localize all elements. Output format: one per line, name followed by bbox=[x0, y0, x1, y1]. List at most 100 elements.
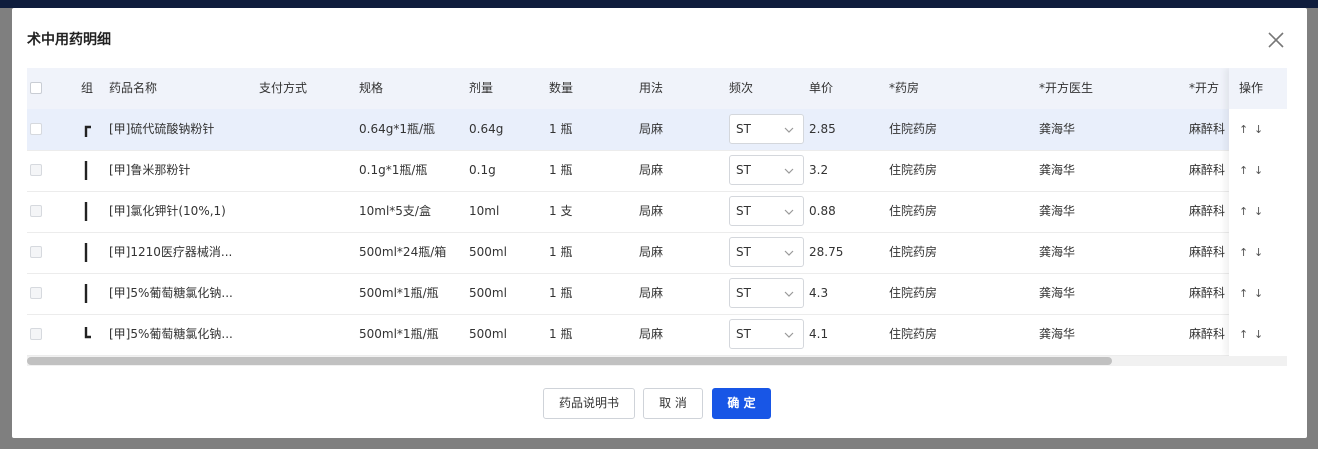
col-header-ops: 操作 bbox=[1229, 68, 1287, 109]
move-down-button[interactable]: ↓ bbox=[1254, 109, 1263, 150]
drug-name: [甲]氯化钾针(10%,1) bbox=[109, 204, 226, 218]
drug-name: [甲]鲁米那粉针 bbox=[109, 163, 191, 177]
drug-usage: 局麻 bbox=[639, 286, 664, 300]
select-all-checkbox[interactable] bbox=[30, 82, 42, 94]
pharmacy: 住院药房 bbox=[889, 163, 938, 177]
drug-qty: 1 瓶 bbox=[549, 286, 573, 300]
frequency-select[interactable]: ST bbox=[729, 196, 804, 226]
move-up-button[interactable]: ↑ bbox=[1239, 273, 1248, 314]
drug-usage: 局麻 bbox=[639, 327, 664, 341]
move-down-button[interactable]: ↓ bbox=[1254, 150, 1263, 191]
table-header: 组 药品名称 支付方式 规格 剂量 数量 用法 频次 单价 *药房 *开方医生 … bbox=[27, 68, 1287, 110]
table-row[interactable]: [甲]鲁米那粉针 0.1g*1瓶/瓶 0.1g 1 瓶 局麻 ST 3.2 住院… bbox=[27, 150, 1287, 192]
drug-qty: 1 瓶 bbox=[549, 163, 573, 177]
row-checkbox[interactable] bbox=[30, 123, 42, 135]
drug-qty: 1 瓶 bbox=[549, 122, 573, 136]
prescribing-doctor: 龚海华 bbox=[1039, 122, 1076, 136]
drug-usage: 局麻 bbox=[639, 245, 664, 259]
row-checkbox[interactable] bbox=[30, 246, 42, 258]
group-middle-icon bbox=[84, 284, 88, 303]
col-header-doctor: *开方医生 bbox=[1039, 81, 1094, 95]
row-checkbox[interactable] bbox=[30, 164, 42, 176]
move-up-button[interactable]: ↑ bbox=[1239, 109, 1248, 150]
pharmacy: 住院药房 bbox=[889, 204, 938, 218]
move-up-button[interactable]: ↑ bbox=[1239, 232, 1248, 273]
table-row[interactable]: [甲]硫代硫酸钠粉针 0.64g*1瓶/瓶 0.64g 1 瓶 局麻 ST 2.… bbox=[27, 109, 1287, 151]
unit-price: 0.88 bbox=[809, 204, 836, 218]
prescribing-doctor: 龚海华 bbox=[1039, 204, 1076, 218]
move-down-button[interactable]: ↓ bbox=[1254, 232, 1263, 273]
frequency-select[interactable]: ST bbox=[729, 114, 804, 144]
col-header-spec: 规格 bbox=[359, 81, 384, 95]
chevron-down-icon bbox=[784, 127, 794, 133]
drug-spec: 0.1g*1瓶/瓶 bbox=[359, 163, 428, 177]
prescribing-doctor: 龚海华 bbox=[1039, 163, 1076, 177]
drug-manual-button[interactable]: 药品说明书 bbox=[543, 388, 635, 419]
horizontal-scrollbar-thumb[interactable] bbox=[27, 357, 1112, 365]
frequency-value: ST bbox=[736, 163, 751, 177]
drug-qty: 1 支 bbox=[549, 204, 573, 218]
prescribing-dept: 麻醉科 bbox=[1189, 163, 1226, 177]
chevron-down-icon bbox=[784, 291, 794, 297]
drug-name: [甲]5%葡萄糖氯化钠... bbox=[109, 327, 233, 341]
move-down-button[interactable]: ↓ bbox=[1254, 273, 1263, 314]
chevron-down-icon bbox=[784, 250, 794, 256]
chevron-down-icon bbox=[784, 332, 794, 338]
frequency-select[interactable]: ST bbox=[729, 278, 804, 308]
col-header-dose: 剂量 bbox=[469, 81, 494, 95]
pharmacy: 住院药房 bbox=[889, 245, 938, 259]
drug-spec: 0.64g*1瓶/瓶 bbox=[359, 122, 436, 136]
group-middle-icon bbox=[84, 243, 88, 262]
prescribing-dept: 麻醉科 bbox=[1189, 245, 1226, 259]
drug-spec: 500ml*1瓶/瓶 bbox=[359, 286, 439, 300]
group-end-icon bbox=[84, 327, 91, 339]
move-down-button[interactable]: ↓ bbox=[1254, 314, 1263, 355]
col-header-freq: 频次 bbox=[729, 81, 754, 95]
frequency-select[interactable]: ST bbox=[729, 237, 804, 267]
frequency-select[interactable]: ST bbox=[729, 319, 804, 349]
app-top-bar bbox=[0, 0, 1318, 8]
drug-qty: 1 瓶 bbox=[549, 245, 573, 259]
table-row[interactable]: [甲]氯化钾针(10%,1) 10ml*5支/盒 10ml 1 支 局麻 ST … bbox=[27, 191, 1287, 233]
col-header-price: 单价 bbox=[809, 81, 834, 95]
move-up-button[interactable]: ↑ bbox=[1239, 191, 1248, 232]
frequency-value: ST bbox=[736, 245, 751, 259]
unit-price: 4.3 bbox=[809, 286, 829, 300]
close-button[interactable] bbox=[1266, 30, 1286, 50]
prescribing-dept: 麻醉科 bbox=[1189, 204, 1226, 218]
drug-name: [甲]硫代硫酸钠粉针 bbox=[109, 122, 215, 136]
move-up-button[interactable]: ↑ bbox=[1239, 314, 1248, 355]
drug-dose: 500ml bbox=[469, 286, 507, 300]
table-row[interactable]: [甲]5%葡萄糖氯化钠... 500ml*1瓶/瓶 500ml 1 瓶 局麻 S… bbox=[27, 314, 1287, 356]
pharmacy: 住院药房 bbox=[889, 122, 938, 136]
drug-dose: 0.1g bbox=[469, 163, 496, 177]
unit-price: 2.85 bbox=[809, 122, 836, 136]
drug-spec: 10ml*5支/盒 bbox=[359, 204, 431, 218]
frequency-select[interactable]: ST bbox=[729, 155, 804, 185]
frequency-value: ST bbox=[736, 286, 751, 300]
col-header-group: 组 bbox=[81, 81, 94, 95]
col-header-dept: *开方 bbox=[1189, 81, 1220, 95]
row-checkbox[interactable] bbox=[30, 205, 42, 217]
prescribing-doctor: 龚海华 bbox=[1039, 245, 1076, 259]
drug-dose: 10ml bbox=[469, 204, 500, 218]
row-checkbox[interactable] bbox=[30, 328, 42, 340]
drug-usage: 局麻 bbox=[639, 122, 664, 136]
confirm-button[interactable]: 确 定 bbox=[712, 388, 771, 419]
frequency-value: ST bbox=[736, 122, 751, 136]
drug-usage: 局麻 bbox=[639, 163, 664, 177]
prescribing-dept: 麻醉科 bbox=[1189, 286, 1226, 300]
table-row[interactable]: [甲]1210医疗器械消... 500ml*24瓶/箱 500ml 1 瓶 局麻… bbox=[27, 232, 1287, 274]
unit-price: 4.1 bbox=[809, 327, 829, 341]
pharmacy: 住院药房 bbox=[889, 286, 938, 300]
row-checkbox[interactable] bbox=[30, 287, 42, 299]
table-row[interactable]: [甲]5%葡萄糖氯化钠... 500ml*1瓶/瓶 500ml 1 瓶 局麻 S… bbox=[27, 273, 1287, 315]
prescribing-dept: 麻醉科 bbox=[1189, 327, 1226, 341]
chevron-down-icon bbox=[784, 209, 794, 215]
move-down-button[interactable]: ↓ bbox=[1254, 191, 1263, 232]
move-up-button[interactable]: ↑ bbox=[1239, 150, 1248, 191]
col-header-ops-label: 操作 bbox=[1239, 81, 1264, 95]
prescribing-doctor: 龚海华 bbox=[1039, 327, 1076, 341]
cancel-button[interactable]: 取 消 bbox=[643, 388, 703, 419]
drug-qty: 1 瓶 bbox=[549, 327, 573, 341]
